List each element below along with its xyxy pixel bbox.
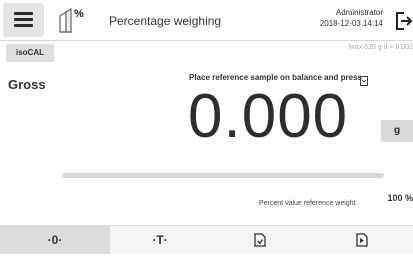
svg-text:%: %	[74, 8, 84, 20]
percent-value: 100 %	[387, 193, 413, 203]
print-button[interactable]	[310, 226, 413, 254]
iscal-button[interactable]: isoCAL	[6, 44, 54, 62]
capacity-info: Max 620 g d = 0.001	[348, 44, 413, 51]
top-bar: % Percentage weighing Administrator 2018…	[0, 0, 413, 41]
document-play-icon	[355, 233, 368, 247]
percentage-weighing-app-icon[interactable]: %	[56, 4, 88, 34]
date-time: 2018-12-03 14:14	[319, 19, 383, 28]
unit-button[interactable]: g	[381, 120, 413, 142]
user-name: Administrator	[335, 8, 383, 17]
capacity-bar	[62, 173, 384, 178]
set-reference-icon	[254, 233, 266, 247]
set-reference-button[interactable]	[210, 226, 310, 254]
zero-button[interactable]: ·0·	[0, 226, 110, 254]
logout-icon	[396, 12, 413, 30]
weight-display: 0.000	[188, 82, 349, 151]
logout-button[interactable]	[395, 10, 413, 32]
gross-label: Gross	[8, 77, 46, 92]
menu-button[interactable]	[3, 3, 44, 37]
app-title: Percentage weighing	[109, 14, 222, 28]
tare-button[interactable]: ·T·	[110, 226, 210, 254]
set-reference-icon	[360, 73, 368, 86]
menu-icon	[14, 12, 33, 15]
bottom-toolbar: ·0· ·T·	[0, 225, 413, 254]
instruction-text: Place reference sample on balance and pr…	[189, 73, 362, 82]
percent-label: Percent value reference weight	[259, 200, 356, 207]
user-info: Administrator 2018-12-03 14:14	[320, 7, 383, 29]
